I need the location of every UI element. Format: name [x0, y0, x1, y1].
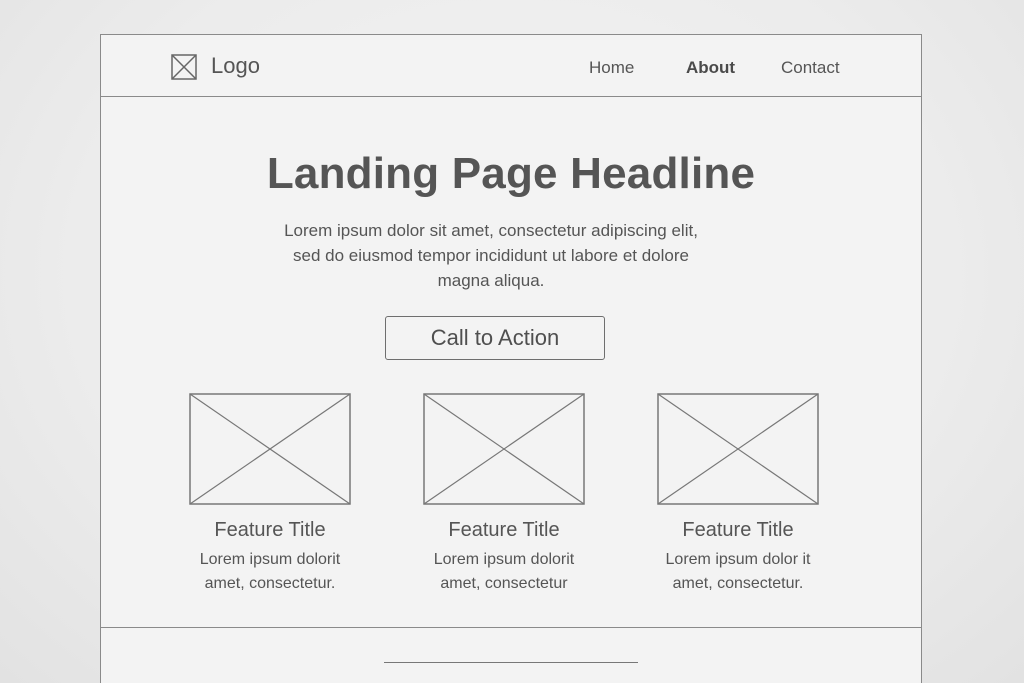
footer-divider	[384, 662, 638, 663]
feature-title: Feature Title	[448, 519, 560, 541]
feature-title: Feature Title	[214, 519, 326, 541]
feature-text-line: Lorem ipsum dolorit	[199, 551, 341, 568]
feature-text-line: amet, consectetur.	[204, 575, 336, 592]
feature-card: Feature Title Lorem ipsum dolorit amet, …	[188, 393, 352, 596]
feature-text-line: amet, consectetur	[440, 575, 568, 592]
intro-paragraph: Lorem ipsum dolor sit amet, consectetur …	[251, 218, 731, 293]
image-placeholder-icon	[171, 54, 197, 80]
nav-link-contact[interactable]: Contact	[781, 58, 840, 78]
intro-line: sed do eiusmod tempor incididunt ut labo…	[293, 246, 689, 265]
call-to-action-button[interactable]: Call to Action	[385, 316, 605, 360]
image-placeholder-icon	[657, 393, 819, 505]
intro-line: magna aliqua.	[437, 271, 545, 290]
intro-line: Lorem ipsum dolor sit amet, consectetur …	[284, 221, 698, 240]
feature-title: Feature Title	[682, 519, 794, 541]
image-placeholder-icon	[189, 393, 351, 505]
wireframe-page: Logo Home About Contact Landing Page Hea…	[100, 34, 922, 683]
nav-link-about[interactable]: About	[686, 58, 735, 78]
logo-text[interactable]: Logo	[211, 53, 260, 79]
nav-link-home[interactable]: Home	[589, 58, 634, 78]
feature-card: Feature Title Lorem ipsum dolorit amet, …	[422, 393, 586, 596]
feature-text-line: Lorem ipsum dolor it	[665, 551, 811, 568]
feature-description: Lorem ipsum dolorit amet, consectetur	[422, 548, 586, 596]
feature-description: Lorem ipsum dolorit amet, consectetur.	[188, 548, 352, 596]
footer	[101, 627, 921, 683]
image-placeholder-icon	[423, 393, 585, 505]
page-headline: Landing Page Headline	[266, 149, 756, 198]
feature-text-line: Lorem ipsum dolorit	[433, 551, 575, 568]
feature-description: Lorem ipsum dolor it amet, consectetur.	[656, 548, 820, 596]
feature-card: Feature Title Lorem ipsum dolor it amet,…	[656, 393, 820, 596]
feature-text-line: amet, consectetur.	[672, 575, 804, 592]
navbar: Logo Home About Contact	[101, 35, 921, 97]
